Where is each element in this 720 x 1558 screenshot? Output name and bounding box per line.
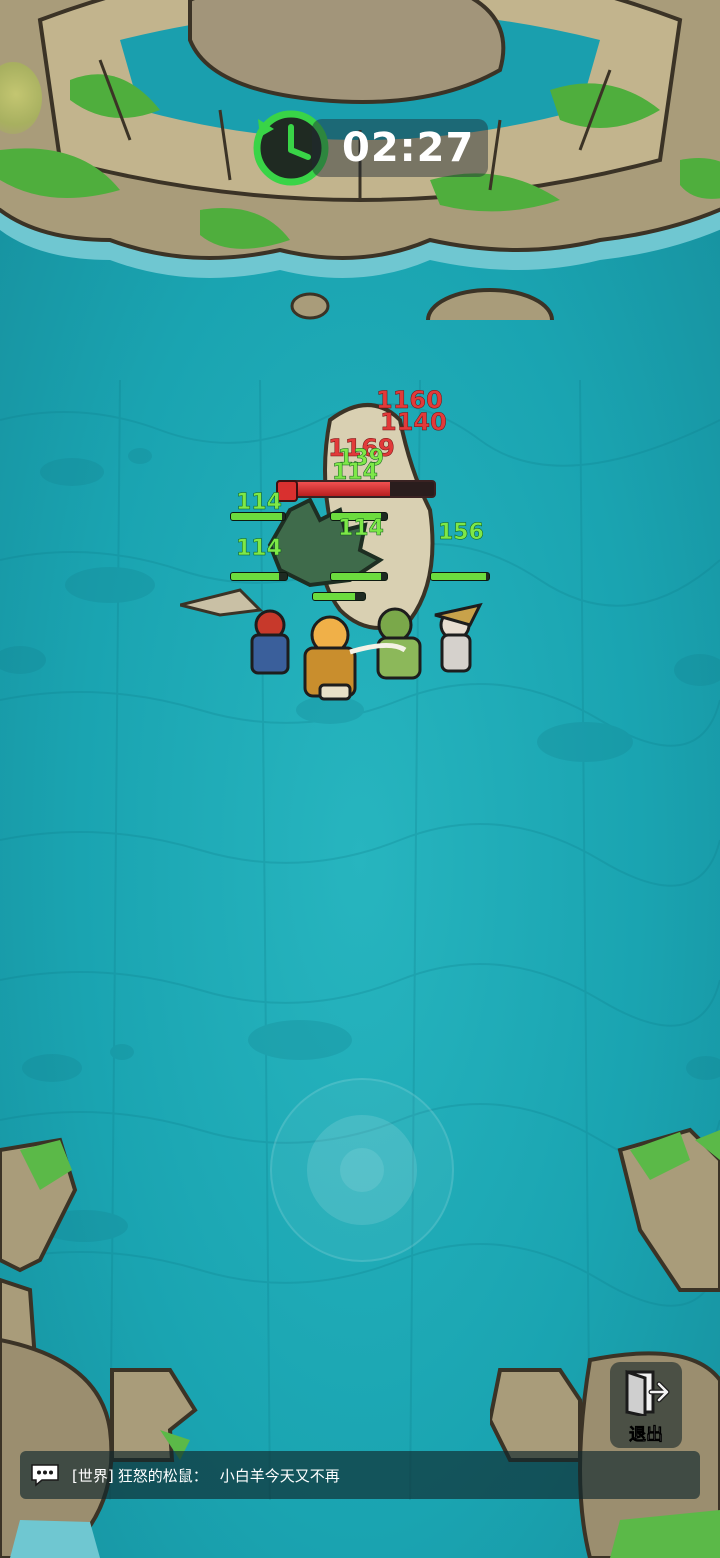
damage-number: 1140 — [380, 408, 447, 437]
hero-health-fill — [313, 593, 355, 600]
chat-channel: [世界] — [72, 1466, 114, 1485]
hero-health-bar — [430, 572, 490, 581]
chat-sender: 狂怒的松鼠： — [117, 1466, 208, 1485]
heal-number: 114 — [236, 536, 282, 562]
heal-number: 156 — [438, 520, 484, 546]
timer-text: 02:27 — [312, 119, 489, 177]
hero-health-bar — [330, 572, 388, 581]
hero-health-bar — [312, 592, 366, 601]
chat-message: 小白羊今天又不再 — [219, 1466, 340, 1485]
joystick-knob[interactable] — [307, 1115, 417, 1225]
game-world: 1160 1140 1169 139 114 114 114 156 114 — [0, 0, 720, 1558]
heal-number: 114 — [236, 490, 282, 516]
hero-health-fill — [231, 573, 279, 580]
heal-number: 114 — [332, 460, 378, 486]
monsters-and-heroes — [180, 403, 483, 701]
joystick-center-dot — [340, 1148, 384, 1192]
heal-number: 114 — [338, 516, 384, 542]
match-timer: 02:27 — [250, 108, 489, 188]
battle-cluster: 1160 1140 1169 139 114 114 114 156 114 — [180, 380, 510, 720]
exit-button[interactable]: 退出 — [610, 1362, 682, 1448]
hero-lizard — [377, 607, 413, 643]
exit-door-icon — [625, 1369, 670, 1416]
hero-health-bar — [230, 572, 288, 581]
virtual-joystick[interactable] — [270, 1078, 454, 1262]
weapon-left — [180, 588, 264, 617]
hero-health-fill — [331, 573, 382, 580]
chat-bubble-icon — [31, 1464, 59, 1487]
exit-label: 退出 — [629, 1425, 664, 1446]
hero-health-fill — [431, 573, 487, 580]
world-chat-bar[interactable]: [世界] 狂怒的松鼠： 小白羊今天又不再 — [20, 1451, 700, 1499]
